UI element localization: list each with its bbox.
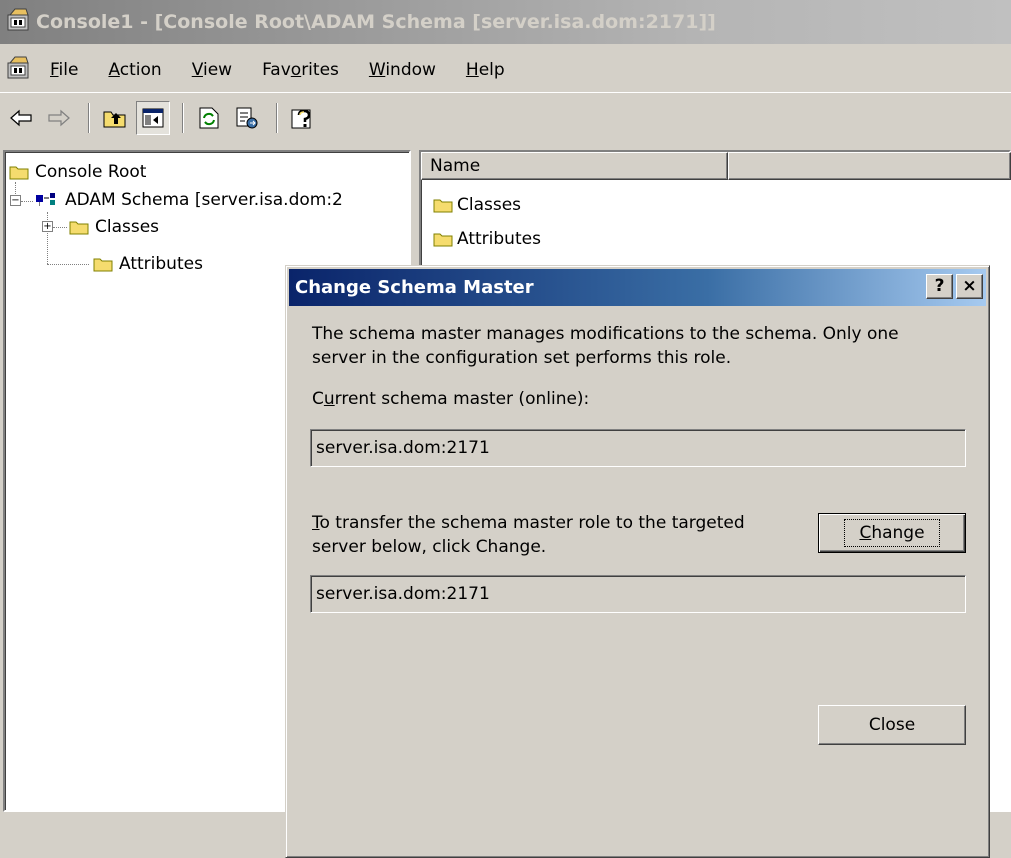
folder-icon: [69, 221, 89, 235]
target-master-field[interactable]: server.isa.dom:2171: [310, 575, 966, 613]
change-button[interactable]: Change: [818, 513, 966, 553]
collapse-icon[interactable]: −: [10, 195, 21, 206]
change-schema-master-dialog: Change Schema Master ? × The schema mast…: [285, 265, 990, 858]
tree-node-classes[interactable]: Classes: [69, 214, 159, 240]
menu-bar: File Action View Favorites Window Help: [0, 50, 1011, 90]
dialog-title-bar[interactable]: Change Schema Master ? ×: [289, 269, 986, 306]
transfer-instructions: To transfer the schema master role to th…: [312, 513, 745, 557]
up-one-level-icon[interactable]: [98, 101, 132, 135]
help-question-button[interactable]: ?: [926, 274, 953, 299]
schema-snapin-icon: [36, 193, 55, 206]
folder-icon: [93, 258, 113, 272]
folder-icon: [433, 233, 453, 247]
menu-help[interactable]: Help: [466, 60, 505, 80]
toolbar-separator: [276, 102, 278, 133]
folder-icon: [9, 166, 29, 180]
current-master-label: Current schema master (online):: [312, 389, 590, 409]
menu-favorites[interactable]: Favorites: [262, 60, 339, 80]
toolbar: [0, 92, 1011, 142]
menu-file[interactable]: File: [50, 60, 78, 80]
dialog-description: The schema master manages modifications …: [312, 324, 899, 368]
tree-node-attributes[interactable]: Attributes: [93, 251, 203, 277]
current-master-field[interactable]: server.isa.dom:2171: [310, 429, 966, 467]
forward-icon[interactable]: [42, 101, 76, 135]
system-menu-icon[interactable]: [6, 55, 32, 86]
tree-line: [47, 264, 89, 265]
list-item-attributes[interactable]: Attributes: [433, 226, 541, 252]
tree-label: Classes: [95, 217, 160, 237]
column-header-name[interactable]: Name: [421, 152, 728, 180]
list-item-classes[interactable]: Classes: [433, 192, 521, 218]
toolbar-separator: [182, 102, 184, 133]
menu-window[interactable]: Window: [369, 60, 436, 80]
help-icon[interactable]: [286, 101, 320, 135]
tree-line: [47, 212, 48, 264]
dialog-title: Change Schema Master: [295, 277, 534, 298]
back-icon[interactable]: [4, 101, 38, 135]
tree-label: ADAM Schema [server.isa.dom:2: [65, 190, 343, 210]
refresh-icon[interactable]: [192, 101, 226, 135]
tree-node-console-root[interactable]: Console Root: [9, 159, 146, 185]
close-button[interactable]: Close: [818, 705, 966, 745]
menu-action[interactable]: Action: [108, 60, 161, 80]
tree-label: Console Root: [35, 162, 147, 182]
tree-line: [53, 227, 67, 228]
expand-icon[interactable]: +: [42, 221, 53, 232]
tree-line: [21, 201, 33, 202]
dialog-close-x-button[interactable]: ×: [956, 274, 983, 299]
window-title: Console1 - [Console Root\ADAM Schema [se…: [36, 11, 716, 33]
mmc-console-icon[interactable]: [6, 7, 32, 38]
show-hide-tree-icon[interactable]: [136, 100, 170, 135]
tree-node-adam-schema[interactable]: ADAM Schema [server.isa.dom:2: [35, 187, 343, 213]
menu-view[interactable]: View: [192, 60, 232, 80]
folder-icon: [433, 199, 453, 213]
export-list-icon[interactable]: [230, 101, 264, 135]
window-title-bar[interactable]: Console1 - [Console Root\ADAM Schema [se…: [0, 0, 1011, 44]
column-header-empty[interactable]: [728, 152, 1011, 180]
tree-label: Attributes: [119, 254, 203, 274]
toolbar-separator: [88, 102, 90, 133]
